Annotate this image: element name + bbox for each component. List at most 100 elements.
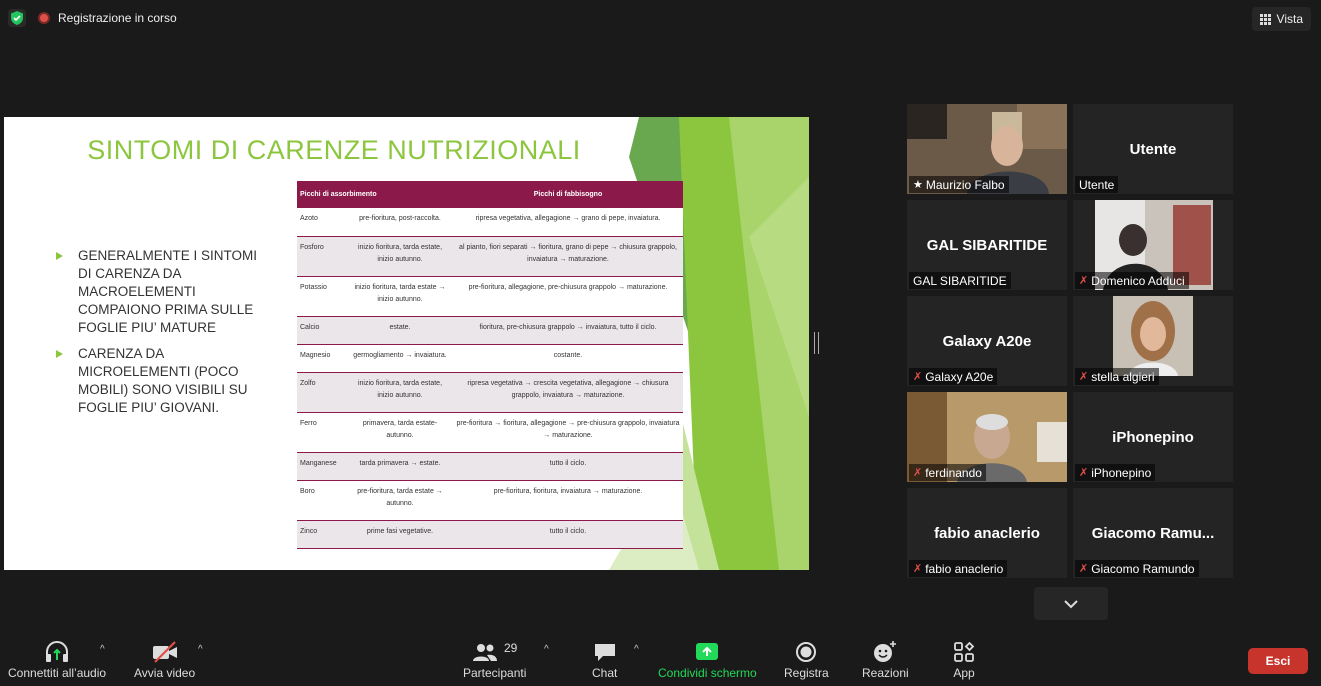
table-row: Magnesio germogliamento → invaiatura. cost… xyxy=(297,344,683,373)
video-label: Avvia video xyxy=(134,666,196,680)
table-cell: fioritura, pre-chiusura grappolo → invai… xyxy=(453,316,683,345)
table-cell: pre-fioritura, tarda estate → autunno. xyxy=(347,480,453,521)
participants-count: 29 xyxy=(504,641,518,655)
table-cell: primavera, tarda estate-autunno. xyxy=(347,412,453,453)
table-cell: inizio fioritura, tarda estate, inizio a… xyxy=(347,372,453,413)
table-cell: ripresa vegetativa, allegagione → grano … xyxy=(453,208,683,237)
chevron-down-icon xyxy=(1064,599,1078,608)
reactions-label: Reazioni xyxy=(862,666,909,680)
participant-name: stella algieri xyxy=(1091,369,1155,384)
record-button[interactable]: Registra xyxy=(784,638,829,680)
participant-name-label: GAL SIBARITIDE xyxy=(909,272,1011,289)
participant-name-label: Utente xyxy=(1075,176,1119,193)
pin-icon: ★ xyxy=(913,179,923,191)
table-row: Manganese tarda primavera → estate. tutto … xyxy=(297,452,683,481)
table-cell: estate. xyxy=(347,316,453,345)
more-participants-button[interactable] xyxy=(1034,587,1108,620)
share-screen-button[interactable]: Condividi schermo xyxy=(658,638,757,680)
top-bar: Registrazione in corso Vista xyxy=(0,0,1321,36)
table-cell: germogliamento → invaiatura. xyxy=(347,344,453,373)
table-cell: Magnesio xyxy=(297,344,347,373)
video-off-icon xyxy=(152,641,177,663)
splitter-handle[interactable] xyxy=(814,332,819,354)
bullet-text: CARENZA DA MICROELEMENTI (POCO MOBILI) S… xyxy=(78,346,248,415)
leave-button[interactable]: Esci xyxy=(1248,648,1308,674)
table-cell: ripresa vegetativa → crescita vegetativa… xyxy=(453,372,683,413)
participant-name-label: ✗ stella algieri xyxy=(1075,368,1159,385)
view-label: Vista xyxy=(1276,12,1303,26)
record-icon xyxy=(796,642,817,662)
participant-tile[interactable]: ★ Maurizio Falbo xyxy=(907,104,1067,194)
table-row: Boro pre-fioritura, tarda estate → autunn… xyxy=(297,480,683,521)
apps-label: App xyxy=(953,666,975,680)
share-screen-icon xyxy=(696,643,719,660)
table-cell: Ferro xyxy=(297,412,347,453)
apps-button[interactable]: App xyxy=(953,638,975,680)
mic-muted-icon: ✗ xyxy=(913,467,923,479)
chat-icon xyxy=(594,644,615,661)
reactions-button[interactable]: Reazioni xyxy=(862,638,909,680)
participants-label: Partecipanti xyxy=(463,666,527,680)
participant-tile[interactable]: Utente Utente xyxy=(1073,104,1233,194)
chat-label: Chat xyxy=(592,666,618,680)
participant-tile[interactable]: iPhonepino ✗ iPhonepino xyxy=(1073,392,1233,482)
participant-name-label: ★ Maurizio Falbo xyxy=(909,176,1009,193)
video-options-caret-icon[interactable]: ^ xyxy=(198,644,203,655)
participant-name-label: ✗ iPhonepino xyxy=(1075,464,1156,481)
participants-icon xyxy=(473,644,497,661)
participant-name-label: ✗ ferdinando xyxy=(909,464,986,481)
table-cell: Azoto xyxy=(297,208,347,237)
participant-name-label: ✗ Domenico Adduci xyxy=(1075,272,1189,289)
participant-tile[interactable]: Giacomo Ramu... ✗ Giacomo Ramundo xyxy=(1073,488,1233,578)
participant-name-label: ✗ fabio anaclerio xyxy=(909,560,1008,577)
table-row: Zinco prime fasi vegetative. tutto il cicl… xyxy=(297,520,683,549)
participant-name: GAL SIBARITIDE xyxy=(913,273,1007,288)
bullet-arrow-icon xyxy=(56,350,63,358)
table-cell: costante. xyxy=(453,344,683,373)
slide-bullets: GENERALMENTE I SINTOMI DI CARENZA DA MAC… xyxy=(56,247,266,425)
audio-label: Connettiti all’audio xyxy=(8,666,107,680)
video-button[interactable]: Avvia video xyxy=(134,638,195,680)
participant-tile[interactable]: ✗ stella algieri xyxy=(1073,296,1233,386)
participant-tile[interactable]: Galaxy A20e ✗ Galaxy A20e xyxy=(907,296,1067,386)
table-cell: Zolfo xyxy=(297,372,347,413)
table-header-row: Picchi di assorbimento Picchi di fabbiso… xyxy=(297,181,683,208)
grid-icon xyxy=(1259,13,1271,25)
participant-name-label: ✗ Giacomo Ramundo xyxy=(1075,560,1199,577)
participant-tile[interactable]: ✗ Domenico Adduci xyxy=(1073,200,1233,290)
table-cell: prime fasi vegetative. xyxy=(347,520,453,549)
view-button[interactable]: Vista xyxy=(1251,7,1311,31)
reactions-emoji-icon xyxy=(874,641,897,662)
participant-tile[interactable]: ✗ ferdinando xyxy=(907,392,1067,482)
participant-name: Giacomo Ramundo xyxy=(1091,561,1195,576)
table-row: Fosforo inizio fioritura, tarda estate, i… xyxy=(297,236,683,277)
participant-tile[interactable]: fabio anaclerio ✗ fabio anaclerio xyxy=(907,488,1067,578)
slide-title: SINTOMI DI CARENZE NUTRIZIONALI xyxy=(87,135,581,165)
chat-button[interactable]: Chat xyxy=(592,638,617,680)
table-header: Picchi di fabbisogno xyxy=(453,181,683,208)
table-row: Azoto pre-fioritura, post-raccolta. ripres… xyxy=(297,208,683,237)
bullet-arrow-icon xyxy=(56,252,63,260)
table-cell: Fosforo xyxy=(297,236,347,277)
audio-options-caret-icon[interactable]: ^ xyxy=(100,644,105,655)
table-cell: Zinco xyxy=(297,520,347,549)
participants-options-caret-icon[interactable]: ^ xyxy=(544,644,549,655)
mic-muted-icon: ✗ xyxy=(1079,563,1089,575)
recording-indicator[interactable]: Registrazione in corso xyxy=(38,8,177,28)
table-cell: al pianto, fiori separati → fioritura, g… xyxy=(453,236,683,277)
participants-button[interactable]: 29 Partecipanti xyxy=(463,638,526,680)
table-cell: inizio fioritura, tarda estate → inizio … xyxy=(347,276,453,317)
table-cell: tarda primavera → estate. xyxy=(347,452,453,481)
table-row: Calcio estate. fioritura, pre-chiusura gra… xyxy=(297,316,683,345)
mic-muted-icon: ✗ xyxy=(1079,467,1089,479)
participant-name: Maurizio Falbo xyxy=(925,177,1005,192)
bullet-text: GENERALMENTE I SINTOMI DI CARENZA DA MAC… xyxy=(78,248,258,335)
security-shield-icon[interactable] xyxy=(8,9,26,27)
participant-tile[interactable]: GAL SIBARITIDE GAL SIBARITIDE xyxy=(907,200,1067,290)
chat-options-caret-icon[interactable]: ^ xyxy=(634,644,639,655)
participant-name: ferdinando xyxy=(925,465,982,480)
audio-button[interactable]: Connettiti all’audio xyxy=(8,638,106,680)
table-cell: Calcio xyxy=(297,316,347,345)
headphones-icon xyxy=(46,641,69,662)
table-cell: pre-fioritura → fioritura, allegagione →… xyxy=(453,412,683,453)
